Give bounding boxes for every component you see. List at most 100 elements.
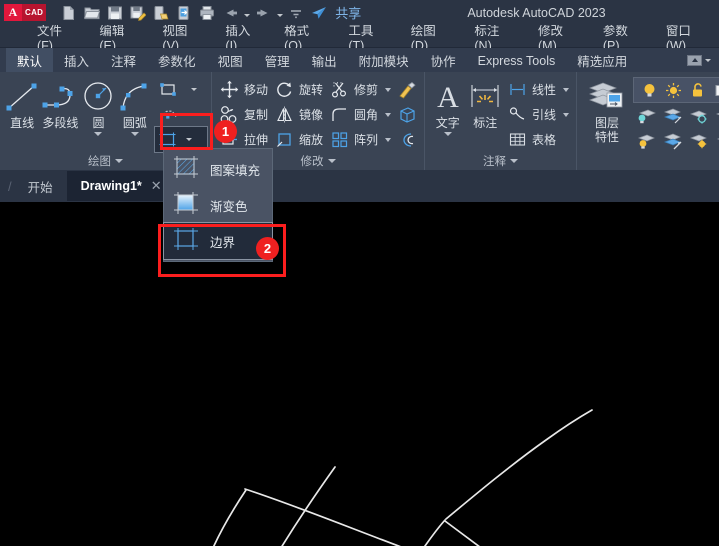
tab-default[interactable]: 默认 [6,48,54,72]
tool-trim[interactable]: 修剪 [326,77,394,102]
panel-layers-label[interactable]: 图层 [577,153,719,170]
tool-move[interactable]: 移动 [216,77,271,102]
layer-unisolate-icon[interactable] [685,128,711,153]
rectangle-dropdown-caret[interactable] [181,77,207,102]
layer-more-icon[interactable] [711,128,719,153]
tool-scale[interactable]: 缩放 [271,127,326,152]
tool-text[interactable]: A 文字 [429,75,466,136]
tab-view[interactable]: 视图 [207,48,254,72]
tool-linear[interactable]: 线性 [504,77,572,102]
revcloud-dropdown-caret[interactable] [181,102,207,127]
spline-left-arc [212,489,247,546]
layer-unlock-icon[interactable] [686,79,708,101]
spline-right-up [445,409,593,520]
tool-layer-properties[interactable]: 图层 特性 [581,75,633,144]
tool-circle[interactable]: 圆 [80,75,116,136]
layer-off-icon[interactable] [685,103,711,128]
print-icon[interactable] [196,2,218,24]
polyline-icon [40,78,80,116]
mirror-icon [274,104,295,125]
fillet-dropdown-caret[interactable] [385,112,392,117]
tool-dimension[interactable]: 标注 [467,75,504,130]
new-file-icon[interactable] [58,2,80,24]
panel-draw-caret-icon[interactable] [115,159,123,163]
tab-insert[interactable]: 插入 [53,48,100,72]
panel-annotation-caret-icon[interactable] [510,159,519,163]
minimize-ribbon-icon[interactable] [687,54,702,66]
layer-merge-icon[interactable] [711,103,719,128]
offset-icon[interactable] [394,127,420,152]
menu-item-gradient[interactable]: 渐变色 [164,187,272,223]
tool-mirror[interactable]: 镜像 [271,102,326,127]
panel-draw-body: 直线 多段线 圆 圆弧 [0,72,211,153]
tool-line-label: 直线 [10,116,35,130]
tool-polyline[interactable]: 多段线 [40,75,80,130]
leader-dropdown-caret[interactable] [563,112,570,117]
menu-item-boundary[interactable]: 边界 [163,222,273,260]
tab-parametric[interactable]: 参数化 [147,48,207,72]
rectangle-icon[interactable] [155,77,181,102]
layer-match-icon[interactable] [659,128,685,153]
layer-color-icon[interactable] [710,79,719,101]
ribbon-options-caret[interactable] [705,58,711,62]
close-icon[interactable]: ✕ [151,178,162,194]
tab-featured-apps[interactable]: 精选应用 [566,48,638,72]
panel-annotation-label[interactable]: 注释 [425,152,576,170]
layer-freeze-icon[interactable] [659,103,685,128]
move-icon [219,79,240,100]
panel-layers: 图层 特性 [577,72,719,170]
layer-isolate-icon[interactable] [633,103,659,128]
layer-on-icon[interactable] [638,79,660,101]
save-as-icon[interactable] [127,2,149,24]
tool-array[interactable]: 阵列 [326,127,394,152]
share-icon[interactable] [308,2,330,24]
save-icon[interactable] [104,2,126,24]
tab-express-tools[interactable]: Express Tools [467,48,567,72]
export-icon[interactable] [173,2,195,24]
modify-extra-tools [394,75,420,152]
tab-collaborate[interactable]: 协作 [420,48,467,72]
layer-turn-on-icon[interactable] [633,128,659,153]
panel-draw-label-text: 绘图 [88,156,111,168]
tool-linear-label: 线性 [532,83,557,97]
tool-leader[interactable]: 引线 [504,102,572,127]
match-properties-icon[interactable] [394,77,420,102]
tool-line[interactable]: 直线 [4,75,40,130]
tab-addins[interactable]: 附加模块 [348,48,420,72]
ribbon-minimize-control[interactable] [687,48,719,72]
plot-preview-icon[interactable] [150,2,172,24]
linear-dropdown-caret[interactable] [563,87,570,92]
open-folder-icon[interactable] [81,2,103,24]
array-dropdown-caret[interactable] [385,137,392,142]
menu-item-hatch[interactable]: 图案填充 [164,151,272,187]
tool-fillet[interactable]: 圆角 [326,102,394,127]
layer-thaw-icon[interactable] [662,79,684,101]
redo-icon[interactable] [252,2,274,24]
tool-arc[interactable]: 圆弧 [117,75,153,136]
logo-a-mark: A [4,4,22,21]
tab-annotate[interactable]: 注释 [100,48,147,72]
customize-qat-icon[interactable] [285,2,307,24]
undo-icon[interactable] [219,2,241,24]
tab-manage[interactable]: 管理 [254,48,301,72]
solid-edit-icon[interactable] [394,102,420,127]
tool-layer-properties-label-2: 特性 [595,130,620,144]
text-dropdown-caret[interactable] [443,132,452,136]
doc-tab-start[interactable]: 开始 [14,171,67,201]
trim-icon [329,79,350,100]
doc-tab-drawing1[interactable]: Drawing1* ✕ [66,171,176,201]
circle-dropdown-caret[interactable] [94,132,103,136]
trim-dropdown-caret[interactable] [385,87,392,92]
redo-dropdown-caret[interactable] [275,2,284,24]
boundary-icon [170,225,202,258]
tab-output[interactable]: 输出 [301,48,348,72]
undo-dropdown-caret[interactable] [242,2,251,24]
share-label[interactable]: 共享 [335,3,361,22]
drawing-canvas[interactable] [0,202,719,546]
tool-rotate[interactable]: 旋转 [271,77,326,102]
arc-dropdown-caret[interactable] [130,132,139,136]
revcloud-icon[interactable] [155,102,181,127]
tool-table[interactable]: 表格 [504,127,572,152]
panel-modify-caret-icon[interactable] [327,159,336,163]
rotate-icon [274,79,295,100]
